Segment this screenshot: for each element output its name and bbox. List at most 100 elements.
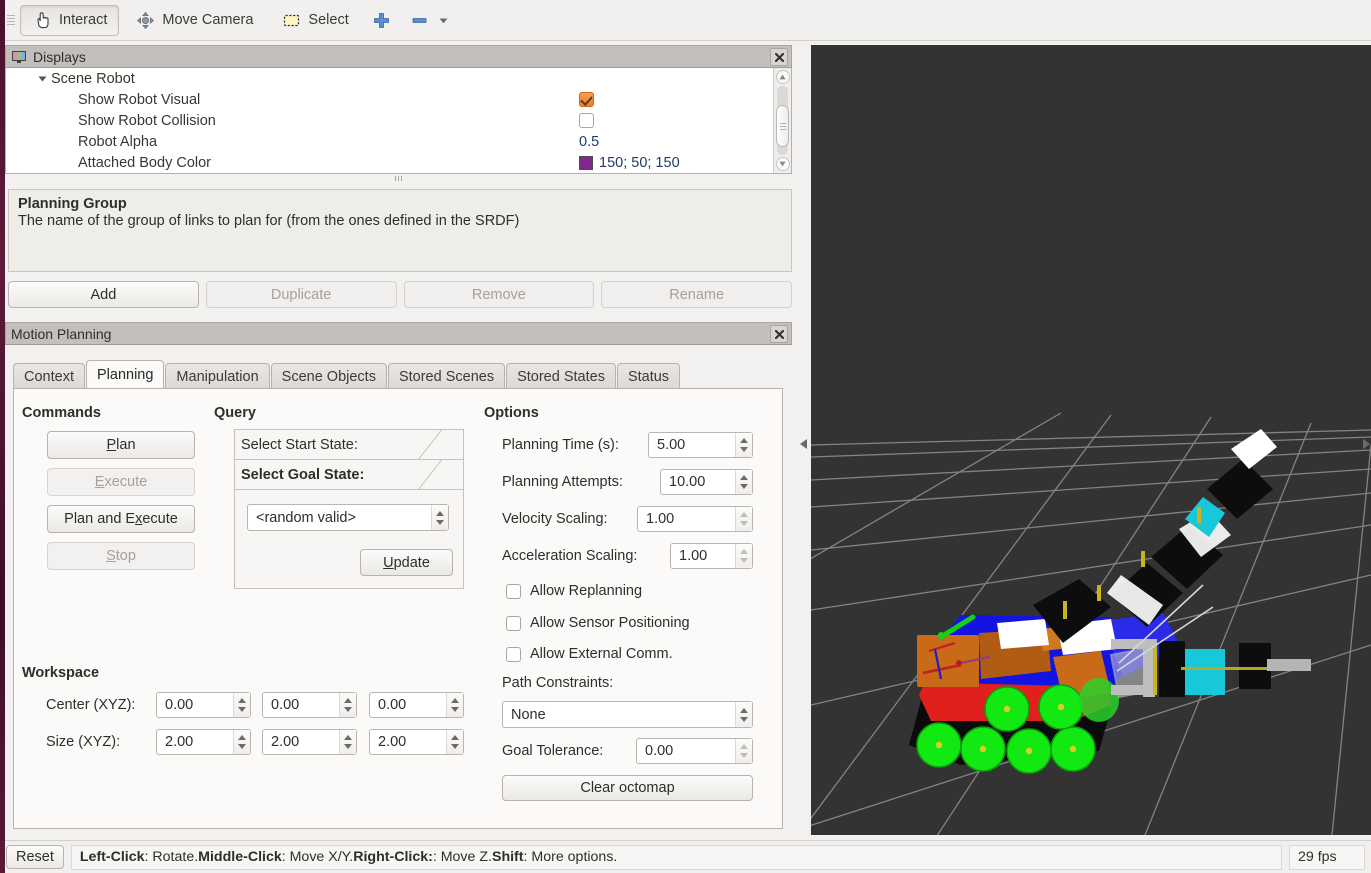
workspace-heading: Workspace <box>22 665 100 681</box>
attached-body-color-value[interactable]: 150; 50; 150 <box>599 155 680 171</box>
workspace-size-x-arrows[interactable] <box>233 730 250 754</box>
expander-triangle-icon[interactable] <box>38 76 47 82</box>
allow-replanning-row[interactable]: Allow Replanning <box>506 583 642 599</box>
workspace-center-x-spinbox[interactable]: 0.00 <box>156 692 251 718</box>
allow-external-comm-checkbox[interactable] <box>506 646 521 662</box>
select-start-state-header[interactable]: Select Start State: <box>235 430 463 460</box>
tree-value <box>577 113 773 128</box>
tree-row[interactable]: Attached Body Color 150; 50; 150 <box>6 152 773 173</box>
workspace-size-y-arrows[interactable] <box>339 730 356 754</box>
tool-add-button[interactable] <box>365 5 399 36</box>
show-robot-visual-checkbox[interactable] <box>579 92 594 107</box>
plan-button[interactable]: Plan <box>47 431 195 459</box>
show-robot-collision-checkbox[interactable] <box>579 113 594 128</box>
path-constraints-combo[interactable]: None <box>502 701 753 728</box>
tab-status[interactable]: Status <box>616 363 681 389</box>
robot-white-plate-1 <box>997 619 1049 649</box>
workspace-size-z-arrows[interactable] <box>446 730 463 754</box>
velocity-scaling-spin-arrows[interactable] <box>735 507 752 531</box>
planning-attempts-spin-arrows[interactable] <box>735 470 752 494</box>
help-body: The name of the group of links to plan f… <box>18 213 520 229</box>
displays-panel: Displays Scene Robot Show Robot Visual S… <box>5 45 792 182</box>
update-button[interactable]: Update <box>360 549 453 576</box>
planning-time-spinbox[interactable]: 5.00 <box>648 432 753 458</box>
path-constraints-label: Path Constraints: <box>502 675 614 691</box>
robot-alpha-value[interactable]: 0.5 <box>577 134 773 150</box>
tool-interact-button[interactable]: Interact <box>20 4 120 36</box>
allow-replanning-checkbox[interactable] <box>506 583 521 599</box>
workspace-center-x-arrows[interactable] <box>233 693 250 717</box>
displays-title-label: Displays <box>33 48 86 65</box>
tree-item-show-robot-visual[interactable]: Show Robot Visual <box>6 92 577 108</box>
left-splitter-collapse-arrow[interactable] <box>799 437 809 449</box>
commands-heading: Commands <box>22 405 101 421</box>
tab-context[interactable]: Context <box>13 363 85 389</box>
scroll-down-icon[interactable] <box>775 157 790 171</box>
goal-tolerance-spinbox[interactable]: 0.00 <box>636 738 753 764</box>
tab-stored-states[interactable]: Stored States <box>506 363 616 389</box>
allow-sensor-positioning-row[interactable]: Allow Sensor Positioning <box>506 615 690 631</box>
workspace-center-y-arrows[interactable] <box>339 693 356 717</box>
planning-time-spin-arrows[interactable] <box>735 433 752 457</box>
tree-row[interactable]: Robot Alpha 0.5 <box>6 131 773 152</box>
scrollbar-track[interactable] <box>776 86 789 155</box>
tree-item-show-robot-collision[interactable]: Show Robot Collision <box>6 113 577 129</box>
displays-tree[interactable]: Scene Robot Show Robot Visual Show Robot… <box>5 68 792 174</box>
move-camera-icon <box>135 10 155 30</box>
tab-planning[interactable]: Planning <box>85 360 165 389</box>
motion-planning-close-button[interactable] <box>770 325 788 343</box>
tree-row[interactable]: Show Robot Visual <box>6 89 773 110</box>
goal-state-combo[interactable]: <random valid> <box>247 504 449 531</box>
right-splitter-collapse-arrow[interactable] <box>1361 437 1371 449</box>
add-button[interactable]: Add <box>8 281 199 308</box>
workspace-size-x-spinbox[interactable]: 2.00 <box>156 729 251 755</box>
acceleration-scaling-spinbox[interactable]: 1.00 <box>670 543 753 569</box>
allow-sensor-positioning-checkbox[interactable] <box>506 615 521 631</box>
allow-external-comm-row[interactable]: Allow External Comm. <box>506 646 673 662</box>
scrollbar-thumb[interactable] <box>776 105 789 148</box>
select-goal-state-header[interactable]: Select Goal State: <box>235 460 463 490</box>
scroll-up-icon[interactable] <box>775 70 790 84</box>
tool-move-camera-label: Move Camera <box>162 12 254 28</box>
acceleration-scaling-spin-arrows[interactable] <box>735 544 752 568</box>
velocity-scaling-spinbox[interactable]: 1.00 <box>637 506 753 532</box>
reset-button[interactable]: Reset <box>6 845 64 869</box>
tree-item-scene-robot[interactable]: Scene Robot <box>6 71 577 87</box>
planning-attempts-spinbox[interactable]: 10.00 <box>660 469 753 495</box>
workspace-size-y-spinbox[interactable]: 2.00 <box>262 729 357 755</box>
displays-vertical-scrollbar[interactable] <box>773 68 791 173</box>
workspace-center-y-spinbox[interactable]: 0.00 <box>262 692 357 718</box>
attached-body-color-swatch[interactable] <box>579 155 593 170</box>
workspace-center-x-value: 0.00 <box>165 697 194 713</box>
tree-item-robot-alpha[interactable]: Robot Alpha <box>6 134 577 150</box>
tree-row[interactable]: Show Robot Collision <box>6 110 773 131</box>
chevron-down-icon[interactable] <box>437 10 450 30</box>
velocity-scaling-value: 1.00 <box>646 511 675 527</box>
tree-row[interactable]: Scene Robot <box>6 68 773 89</box>
clear-octomap-button[interactable]: Clear octomap <box>502 775 753 801</box>
plan-and-execute-button[interactable]: Plan and Ex ecute <box>47 505 195 533</box>
goal-state-combo-arrows[interactable] <box>431 505 448 530</box>
displays-close-button[interactable] <box>770 48 788 66</box>
tab-scene-objects[interactable]: Scene Objects <box>270 363 387 389</box>
tree-item-attached-body-color[interactable]: Attached Body Color <box>6 155 577 171</box>
tab-manipulation[interactable]: Manipulation <box>165 363 270 389</box>
goal-tolerance-spin-arrows[interactable] <box>735 739 752 763</box>
workspace-center-z-spinbox[interactable]: 0.00 <box>369 692 464 718</box>
velocity-scaling-label: Velocity Scaling: <box>502 511 608 527</box>
tool-move-camera-button[interactable]: Move Camera <box>123 5 265 36</box>
tab-stored-scenes[interactable]: Stored Scenes <box>387 363 506 389</box>
planning-time-value: 5.00 <box>657 437 686 453</box>
toolbar-drag-handle[interactable] <box>4 7 18 33</box>
workspace-size-z-spinbox[interactable]: 2.00 <box>369 729 464 755</box>
path-constraints-combo-arrows[interactable] <box>735 702 752 727</box>
workspace-center-z-arrows[interactable] <box>446 693 463 717</box>
allow-replanning-label: Allow Replanning <box>530 583 643 599</box>
rviz-3d-viewport[interactable] <box>811 45 1371 835</box>
displays-splitter-handle[interactable] <box>5 175 792 182</box>
minus-icon <box>410 10 430 30</box>
tool-select-button[interactable]: Select <box>269 5 360 36</box>
viewport-scene <box>811 45 1371 835</box>
remove-button: Remove <box>403 281 595 308</box>
tool-remove-button[interactable] <box>403 5 457 36</box>
